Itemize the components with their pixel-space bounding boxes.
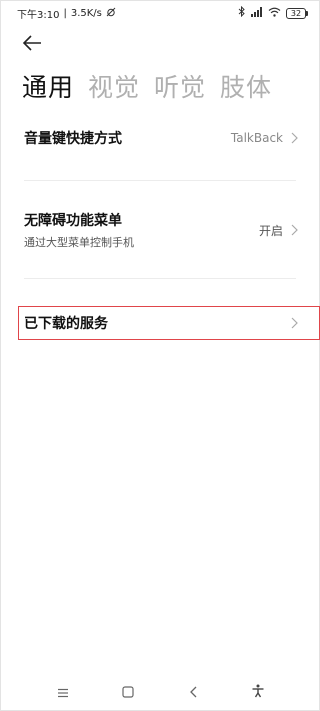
tab-physical[interactable]: 肢体	[220, 68, 272, 104]
battery-icon: 32	[286, 7, 308, 19]
status-time: 下午3:10	[17, 9, 60, 21]
accessibility-shortcut-button[interactable]	[243, 678, 273, 708]
downloaded-services-row[interactable]: 已下载的服务	[24, 311, 298, 335]
downloaded-services-label: 已下载的服务	[24, 316, 108, 332]
recent-apps-button[interactable]	[48, 678, 78, 708]
network-speed: 3.5K/s	[70, 7, 102, 19]
arrow-left-icon	[22, 35, 42, 55]
accessibility-menu-label: 无障碍功能菜单	[24, 213, 122, 229]
volume-shortcut-label: 音量键快捷方式	[24, 131, 122, 147]
tab-general[interactable]: 通用	[22, 68, 74, 104]
chevron-right-icon	[291, 224, 298, 236]
chevron-right-icon	[291, 132, 298, 144]
home-button[interactable]	[113, 678, 143, 708]
back-chevron-icon	[189, 683, 197, 702]
tab-vision[interactable]: 视觉	[88, 68, 140, 104]
divider	[24, 278, 296, 279]
volume-shortcut-row[interactable]: 音量键快捷方式 TalkBack	[24, 126, 298, 150]
alarm-muted-icon	[106, 7, 116, 20]
back-button[interactable]	[22, 34, 48, 56]
bluetooth-icon	[238, 5, 246, 20]
accessibility-menu-value: 开启	[258, 223, 283, 238]
tab-hearing[interactable]: 听觉	[154, 68, 206, 104]
divider	[24, 180, 296, 181]
battery-level: 32	[286, 7, 306, 19]
nav-back-button[interactable]	[178, 678, 208, 708]
accessibility-person-icon	[251, 683, 265, 702]
accessibility-menu-text: 无障碍功能菜单 通过大型菜单控制手机	[24, 210, 134, 250]
signal-icon	[251, 6, 263, 20]
menu-icon	[57, 683, 69, 702]
chevron-right-icon	[291, 317, 298, 329]
status-separator: |	[63, 7, 67, 19]
accessibility-menu-sublabel: 通过大型菜单控制手机	[24, 236, 134, 249]
status-bar: 下午3:10 | 3.5K/s 32	[0, 0, 320, 26]
accessibility-menu-row[interactable]: 无障碍功能菜单 通过大型菜单控制手机 开启	[24, 210, 298, 250]
category-tabs: 通用 视觉 听觉 肢体	[22, 68, 272, 104]
navigation-bar	[0, 674, 320, 711]
volume-shortcut-value: TalkBack	[230, 131, 283, 145]
home-square-icon	[121, 683, 134, 702]
wifi-icon	[268, 7, 281, 20]
screen-frame	[0, 0, 320, 711]
